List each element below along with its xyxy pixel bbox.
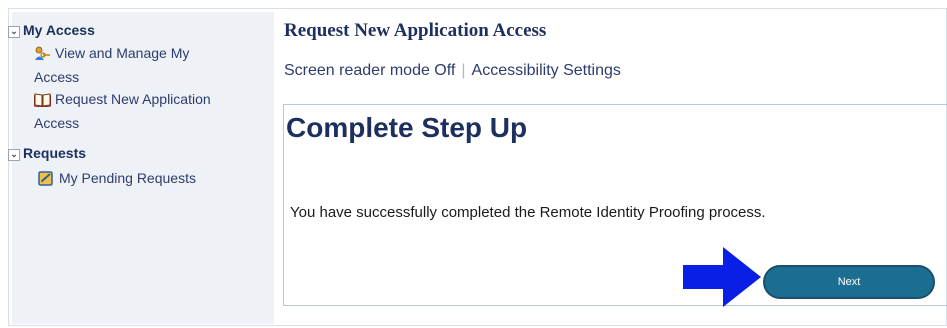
accessibility-links: Screen reader mode Off | Accessibility Set… [284, 62, 621, 80]
link-separator: | [461, 62, 466, 79]
book-icon [33, 92, 52, 108]
sidebar-item-my-pending-requests[interactable]: My Pending Requests [38, 170, 196, 187]
collapse-toggle-icon[interactable]: ⌄ [8, 26, 20, 38]
sidebar-item-request-new-access[interactable]: Request New Application [33, 91, 211, 108]
page-title: Request New Application Access [284, 20, 547, 41]
section-header-requests[interactable]: ⌄ Requests [8, 145, 86, 161]
sidebar-item-request-new-access-line2[interactable]: Access [34, 115, 79, 132]
right-arrow-icon [683, 247, 761, 312]
screen-reader-mode-link[interactable]: Screen reader mode Off [284, 62, 455, 79]
pending-requests-icon [38, 171, 55, 186]
next-button[interactable]: Next [763, 265, 935, 299]
sidebar-item-view-manage-access-line2[interactable]: Access [34, 69, 79, 86]
sidebar-item-view-manage-access[interactable]: View and Manage My [34, 45, 189, 62]
success-message: You have successfully completed the Remo… [290, 204, 766, 221]
section-header-my-access[interactable]: ⌄ My Access [8, 22, 95, 38]
collapse-toggle-icon[interactable]: ⌄ [8, 149, 20, 161]
step-title: Complete Step Up [286, 112, 528, 143]
user-key-icon [34, 46, 51, 61]
accessibility-settings-link[interactable]: Accessibility Settings [472, 62, 621, 79]
